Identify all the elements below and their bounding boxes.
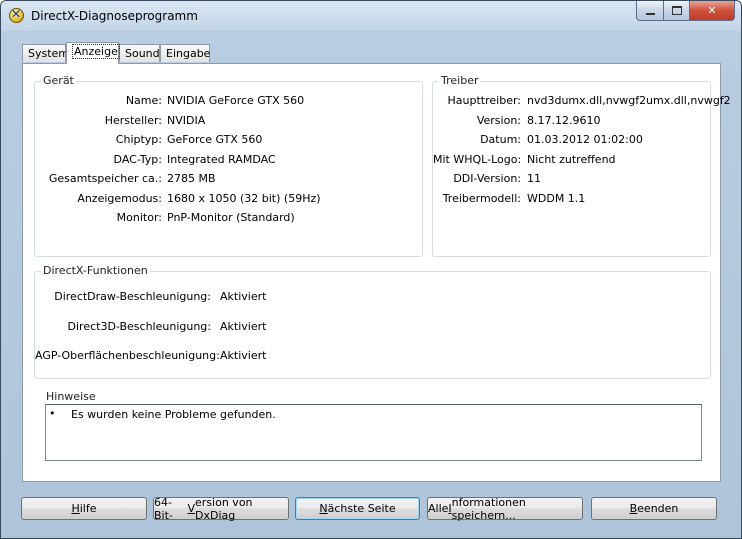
hinweise-heading: Hinweise xyxy=(44,390,98,403)
geraet-label: Anzeigemodus: xyxy=(77,192,162,205)
hilfe-label: ilfe xyxy=(79,502,97,515)
geraet-label: DAC-Typ: xyxy=(113,153,162,166)
minimize-icon xyxy=(645,12,655,15)
geraet-value: PnP-Monitor (Standard) xyxy=(167,211,295,224)
dxdiag-window: DirectX-Diagnoseprogramm ✕ System Anzeig… xyxy=(0,0,742,539)
directx-value: Aktiviert xyxy=(220,290,267,303)
directx-label: Direct3D-Beschleunigung: xyxy=(67,320,211,333)
naechste-mnemonic: N xyxy=(319,502,328,515)
alle-informationen-speichern-button[interactable]: Alle Informationen speichern... xyxy=(427,495,583,522)
tab-eingabe[interactable]: Eingabe xyxy=(160,44,210,62)
directx-app-icon xyxy=(9,7,24,23)
minimize-button[interactable] xyxy=(636,1,664,21)
directx-value: Aktiviert xyxy=(220,349,267,362)
treiber-value: Nicht zutreffend xyxy=(527,153,616,166)
treiber-group: Treiber Haupttreiber: nvd3dumx.dll,nvwgf… xyxy=(432,74,731,257)
naechste-label: ächste Seite xyxy=(327,502,396,515)
geraet-label: Gesamtspeicher ca.: xyxy=(48,172,162,185)
tab-system[interactable]: System xyxy=(22,44,70,62)
geraet-value: 2785 MB xyxy=(167,172,216,185)
alle-label-post: nformationen speichern... xyxy=(451,495,526,522)
tab-sound-label: Sound xyxy=(125,47,160,60)
directx-funktionen-group: DirectX-Funktionen DirectDraw-Beschleuni… xyxy=(34,264,711,379)
directx-label: AGP-Oberflächenbeschleunigung: xyxy=(35,349,220,362)
directx-value: Aktiviert xyxy=(220,320,267,333)
close-icon: ✕ xyxy=(707,4,717,17)
geraet-value: NVIDIA GeForce GTX 560 xyxy=(167,94,305,107)
maximize-button[interactable] xyxy=(664,1,690,21)
tab-sound[interactable]: Sound xyxy=(119,44,160,62)
treiber-value: nvd3dumx.dll,nvwgf2umx.dll,nvwgf2 xyxy=(527,94,731,107)
beenden-button[interactable]: Beenden xyxy=(591,497,717,520)
hilfe-button[interactable]: Hilfe xyxy=(21,497,147,520)
treiber-value: 8.17.12.9610 xyxy=(527,114,601,127)
bit64-mnemonic: V xyxy=(187,502,196,515)
hinweise-textbox[interactable]: • Es wurden keine Probleme gefunden. xyxy=(45,404,702,461)
bullet-icon: • xyxy=(49,407,56,420)
alle-label-pre: Alle xyxy=(428,502,449,515)
maximize-icon xyxy=(671,6,682,15)
treiber-label: Treibermodell: xyxy=(442,192,521,205)
hilfe-mnemonic: H xyxy=(71,502,80,515)
treiber-label: Datum: xyxy=(480,133,521,146)
window-title: DirectX-Diagnoseprogramm xyxy=(31,9,198,23)
geraet-heading: Gerät xyxy=(41,74,76,87)
treiber-label: Haupttreiber: xyxy=(447,94,521,107)
geraet-group: Gerät Name: NVIDIA GeForce GTX 560 Herst… xyxy=(34,74,423,257)
geraet-value: GeForce GTX 560 xyxy=(167,133,263,146)
title-bar[interactable]: DirectX-Diagnoseprogramm ✕ xyxy=(1,1,741,31)
geraet-label: Name: xyxy=(125,94,162,107)
bit64-label-post: ersion von DxDiag xyxy=(195,495,253,522)
treiber-label: Mit WHQL-Logo: xyxy=(433,153,522,166)
geraet-value: Integrated RAMDAC xyxy=(167,153,276,166)
caption-buttons: ✕ xyxy=(636,1,735,21)
geraet-value: NVIDIA xyxy=(167,114,206,127)
treiber-label: DDI-Version: xyxy=(453,172,521,185)
close-button[interactable]: ✕ xyxy=(690,1,735,21)
beenden-label: eenden xyxy=(637,502,679,515)
anzeige-panel: Gerät Name: NVIDIA GeForce GTX 560 Herst… xyxy=(22,63,731,482)
naechste-seite-button[interactable]: Nächste Seite xyxy=(295,497,420,520)
geraet-label: Hersteller: xyxy=(104,114,162,127)
hinweise-item: Es wurden keine Probleme gefunden. xyxy=(71,408,276,421)
geraet-value: 1680 x 1050 (32 bit) (59Hz) xyxy=(167,192,321,205)
geraet-label: Chiptyp: xyxy=(115,133,162,146)
treiber-value: 01.03.2012 01:02:00 xyxy=(527,133,643,146)
directx-heading: DirectX-Funktionen xyxy=(41,264,150,277)
tab-anzeige[interactable]: Anzeige xyxy=(66,42,120,64)
treiber-value: WDDM 1.1 xyxy=(527,192,586,205)
geraet-label: Monitor: xyxy=(116,211,162,224)
treiber-heading: Treiber xyxy=(439,74,481,87)
directx-label: DirectDraw-Beschleunigung: xyxy=(54,290,211,303)
tab-eingabe-label: Eingabe xyxy=(166,47,211,60)
64bit-version-button[interactable]: 64-Bit- Version von DxDiag xyxy=(153,495,289,522)
treiber-label: Version: xyxy=(476,114,521,127)
tab-anzeige-label: Anzeige xyxy=(72,44,120,59)
tab-system-label: System xyxy=(28,47,70,60)
bit64-label-pre: 64-Bit- xyxy=(154,495,173,522)
beenden-mnemonic: B xyxy=(629,502,638,515)
treiber-value: 11 xyxy=(527,172,541,185)
